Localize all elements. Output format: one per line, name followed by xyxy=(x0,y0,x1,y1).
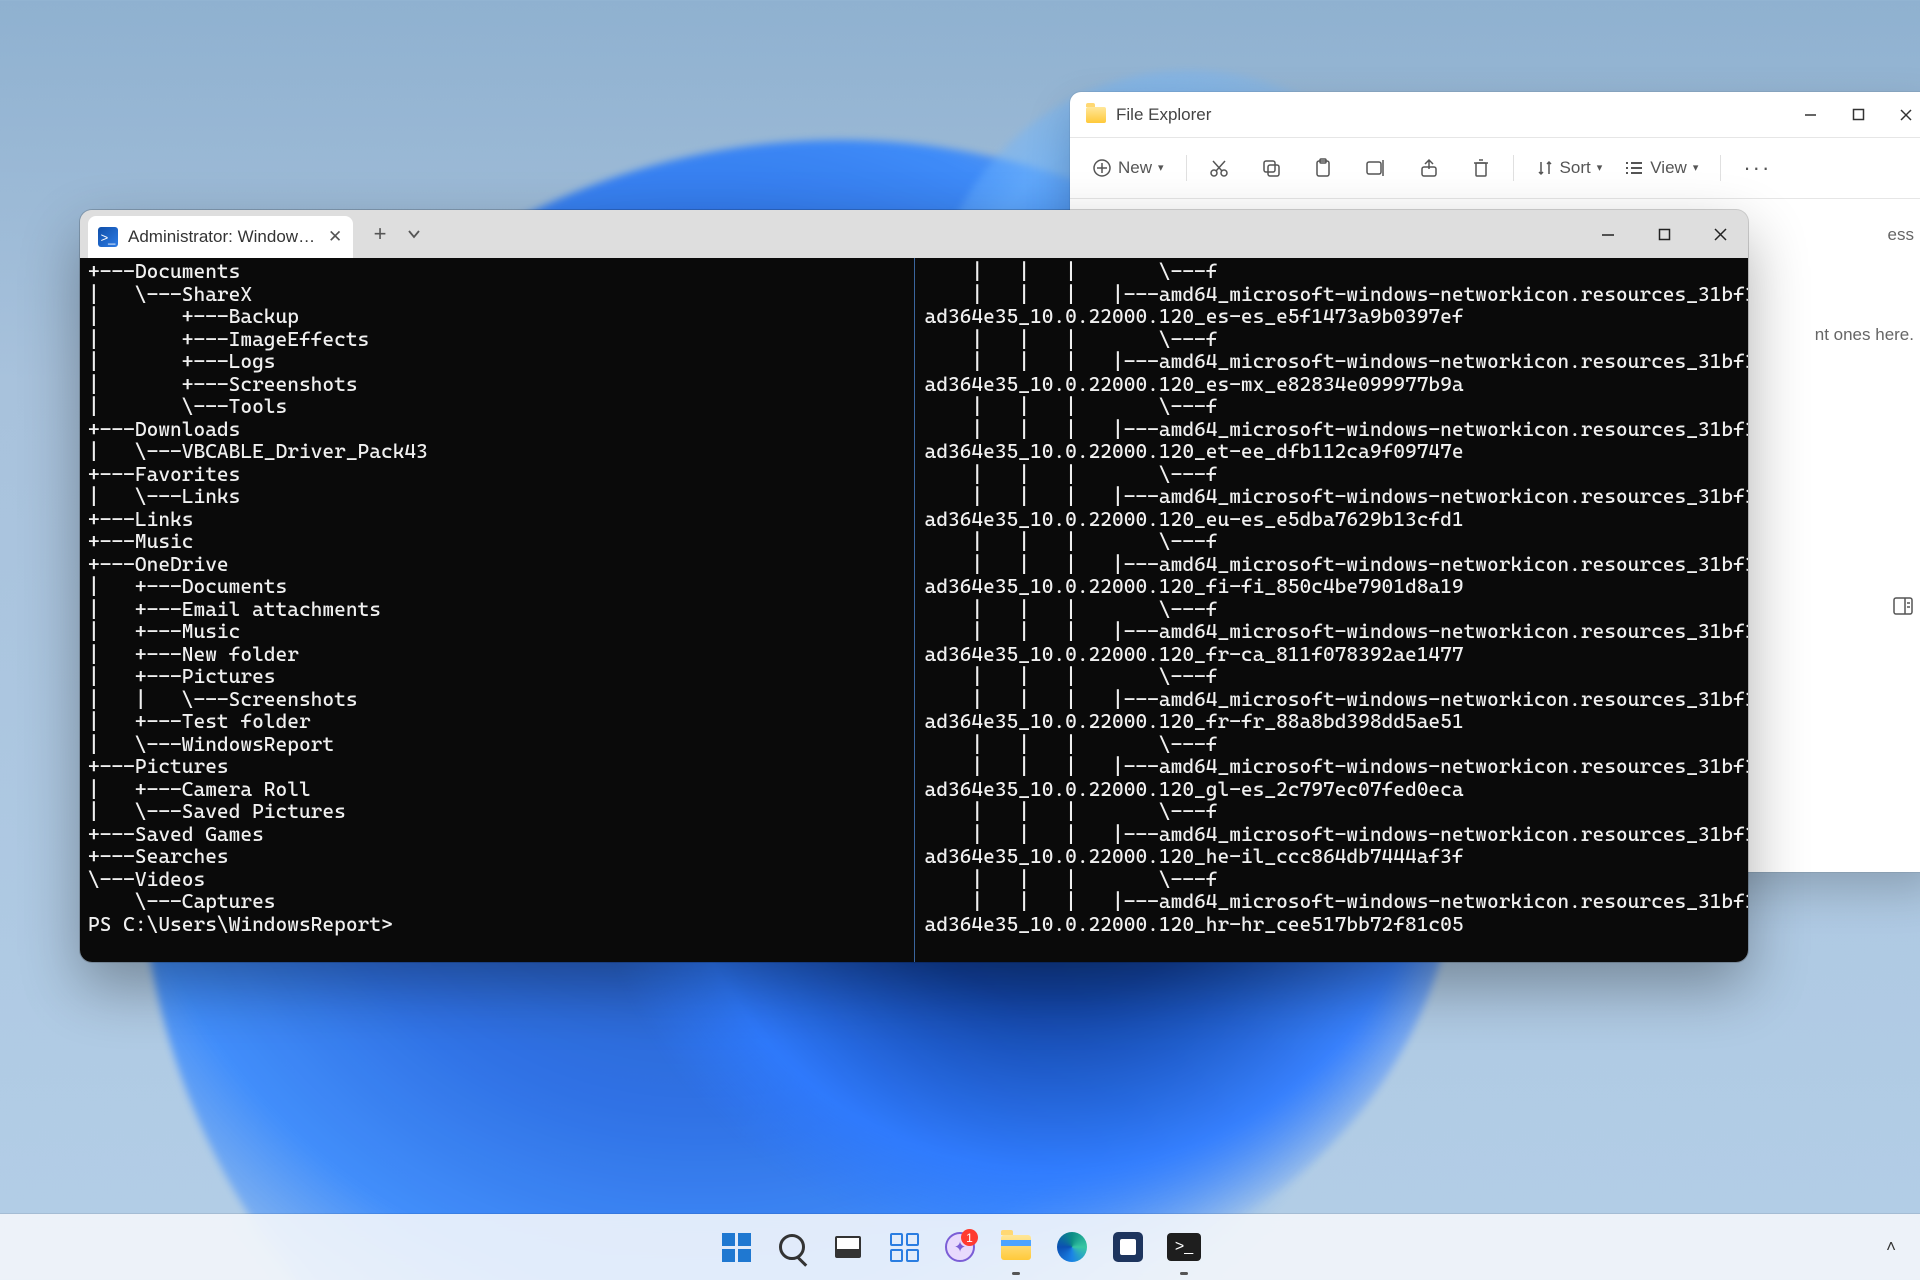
explorer-title: File Explorer xyxy=(1116,105,1211,125)
chevron-up-icon[interactable]: ˄ xyxy=(1886,1237,1896,1257)
explorer-toolbar: New ▾ xyxy=(1070,138,1920,198)
partial-text: nt ones here. xyxy=(1815,325,1914,345)
terminal-body: +---Documents | \---ShareX | +---Backup … xyxy=(80,258,1748,962)
details-pane-icon[interactable] xyxy=(1892,595,1914,617)
minimize-button[interactable] xyxy=(1580,210,1636,258)
folder-icon xyxy=(1086,107,1106,123)
paste-icon[interactable] xyxy=(1307,153,1339,183)
maximize-button[interactable] xyxy=(1636,210,1692,258)
windows-logo-icon xyxy=(722,1233,751,1262)
task-view-icon xyxy=(835,1236,861,1258)
tab-dropdown-button[interactable] xyxy=(397,217,431,251)
new-button[interactable]: New ▾ xyxy=(1086,154,1170,182)
terminal-icon: >_ xyxy=(1167,1233,1201,1261)
plus-circle-icon xyxy=(1092,158,1112,178)
search-icon xyxy=(779,1234,805,1260)
sort-label: Sort xyxy=(1560,158,1591,178)
taskbar-tray: ✦1 >_ xyxy=(714,1225,1206,1269)
divider xyxy=(1513,155,1514,181)
divider xyxy=(1720,155,1721,181)
file-explorer-icon xyxy=(1001,1235,1031,1260)
store-icon xyxy=(1113,1232,1143,1262)
start-button[interactable] xyxy=(714,1225,758,1269)
explorer-titlebar[interactable]: File Explorer xyxy=(1070,92,1920,137)
delete-icon[interactable] xyxy=(1465,153,1497,183)
system-tray[interactable]: ˄ xyxy=(1886,1237,1896,1257)
copy-icon[interactable] xyxy=(1255,154,1287,182)
edge-icon xyxy=(1057,1232,1087,1262)
view-button[interactable]: View ▾ xyxy=(1618,154,1704,182)
close-button[interactable] xyxy=(1692,210,1748,258)
terminal-pane-left[interactable]: +---Documents | \---ShareX | +---Backup … xyxy=(80,258,912,962)
tab-title: Administrator: Windows PowerS xyxy=(128,227,318,247)
widgets-button[interactable] xyxy=(882,1225,926,1269)
store-button[interactable] xyxy=(1106,1225,1150,1269)
task-view-button[interactable] xyxy=(826,1225,870,1269)
windows-terminal-window[interactable]: >_ Administrator: Windows PowerS ✕ + +--… xyxy=(80,210,1748,962)
pane-splitter[interactable] xyxy=(912,258,917,962)
edge-button[interactable] xyxy=(1050,1225,1094,1269)
powershell-icon: >_ xyxy=(98,227,118,247)
new-tab-button[interactable]: + xyxy=(363,217,397,251)
divider xyxy=(1186,155,1187,181)
notification-badge: 1 xyxy=(961,1229,978,1246)
chevron-down-icon: ▾ xyxy=(1597,163,1603,174)
chevron-down-icon: ▾ xyxy=(1158,163,1164,174)
more-button[interactable]: ··· xyxy=(1737,151,1777,185)
taskbar[interactable]: ✦1 >_ ˄ xyxy=(0,1214,1920,1280)
chevron-down-icon: ▾ xyxy=(1693,163,1699,174)
widgets-icon xyxy=(890,1233,919,1262)
terminal-tab[interactable]: >_ Administrator: Windows PowerS ✕ xyxy=(88,216,353,258)
maximize-button[interactable] xyxy=(1834,96,1882,134)
view-label: View xyxy=(1650,158,1687,178)
file-explorer-button[interactable] xyxy=(994,1225,1038,1269)
view-icon xyxy=(1624,160,1644,176)
terminal-button[interactable]: >_ xyxy=(1162,1225,1206,1269)
cut-icon[interactable] xyxy=(1203,154,1235,182)
terminal-titlebar[interactable]: >_ Administrator: Windows PowerS ✕ + xyxy=(80,210,1748,258)
chat-button[interactable]: ✦1 xyxy=(938,1225,982,1269)
terminal-pane-right[interactable]: | | | \---f | | | |---amd64_microsoft-wi… xyxy=(917,258,1749,962)
search-button[interactable] xyxy=(770,1225,814,1269)
minimize-button[interactable] xyxy=(1786,96,1834,134)
new-label: New xyxy=(1118,158,1152,178)
sort-icon xyxy=(1536,159,1554,177)
chat-icon: ✦1 xyxy=(945,1232,975,1262)
tab-close-icon[interactable]: ✕ xyxy=(328,227,342,247)
partial-text: ess xyxy=(1888,225,1914,245)
sort-button[interactable]: Sort ▾ xyxy=(1530,154,1609,182)
share-icon[interactable] xyxy=(1413,154,1445,182)
close-button[interactable] xyxy=(1882,96,1920,134)
rename-icon[interactable] xyxy=(1359,154,1393,182)
